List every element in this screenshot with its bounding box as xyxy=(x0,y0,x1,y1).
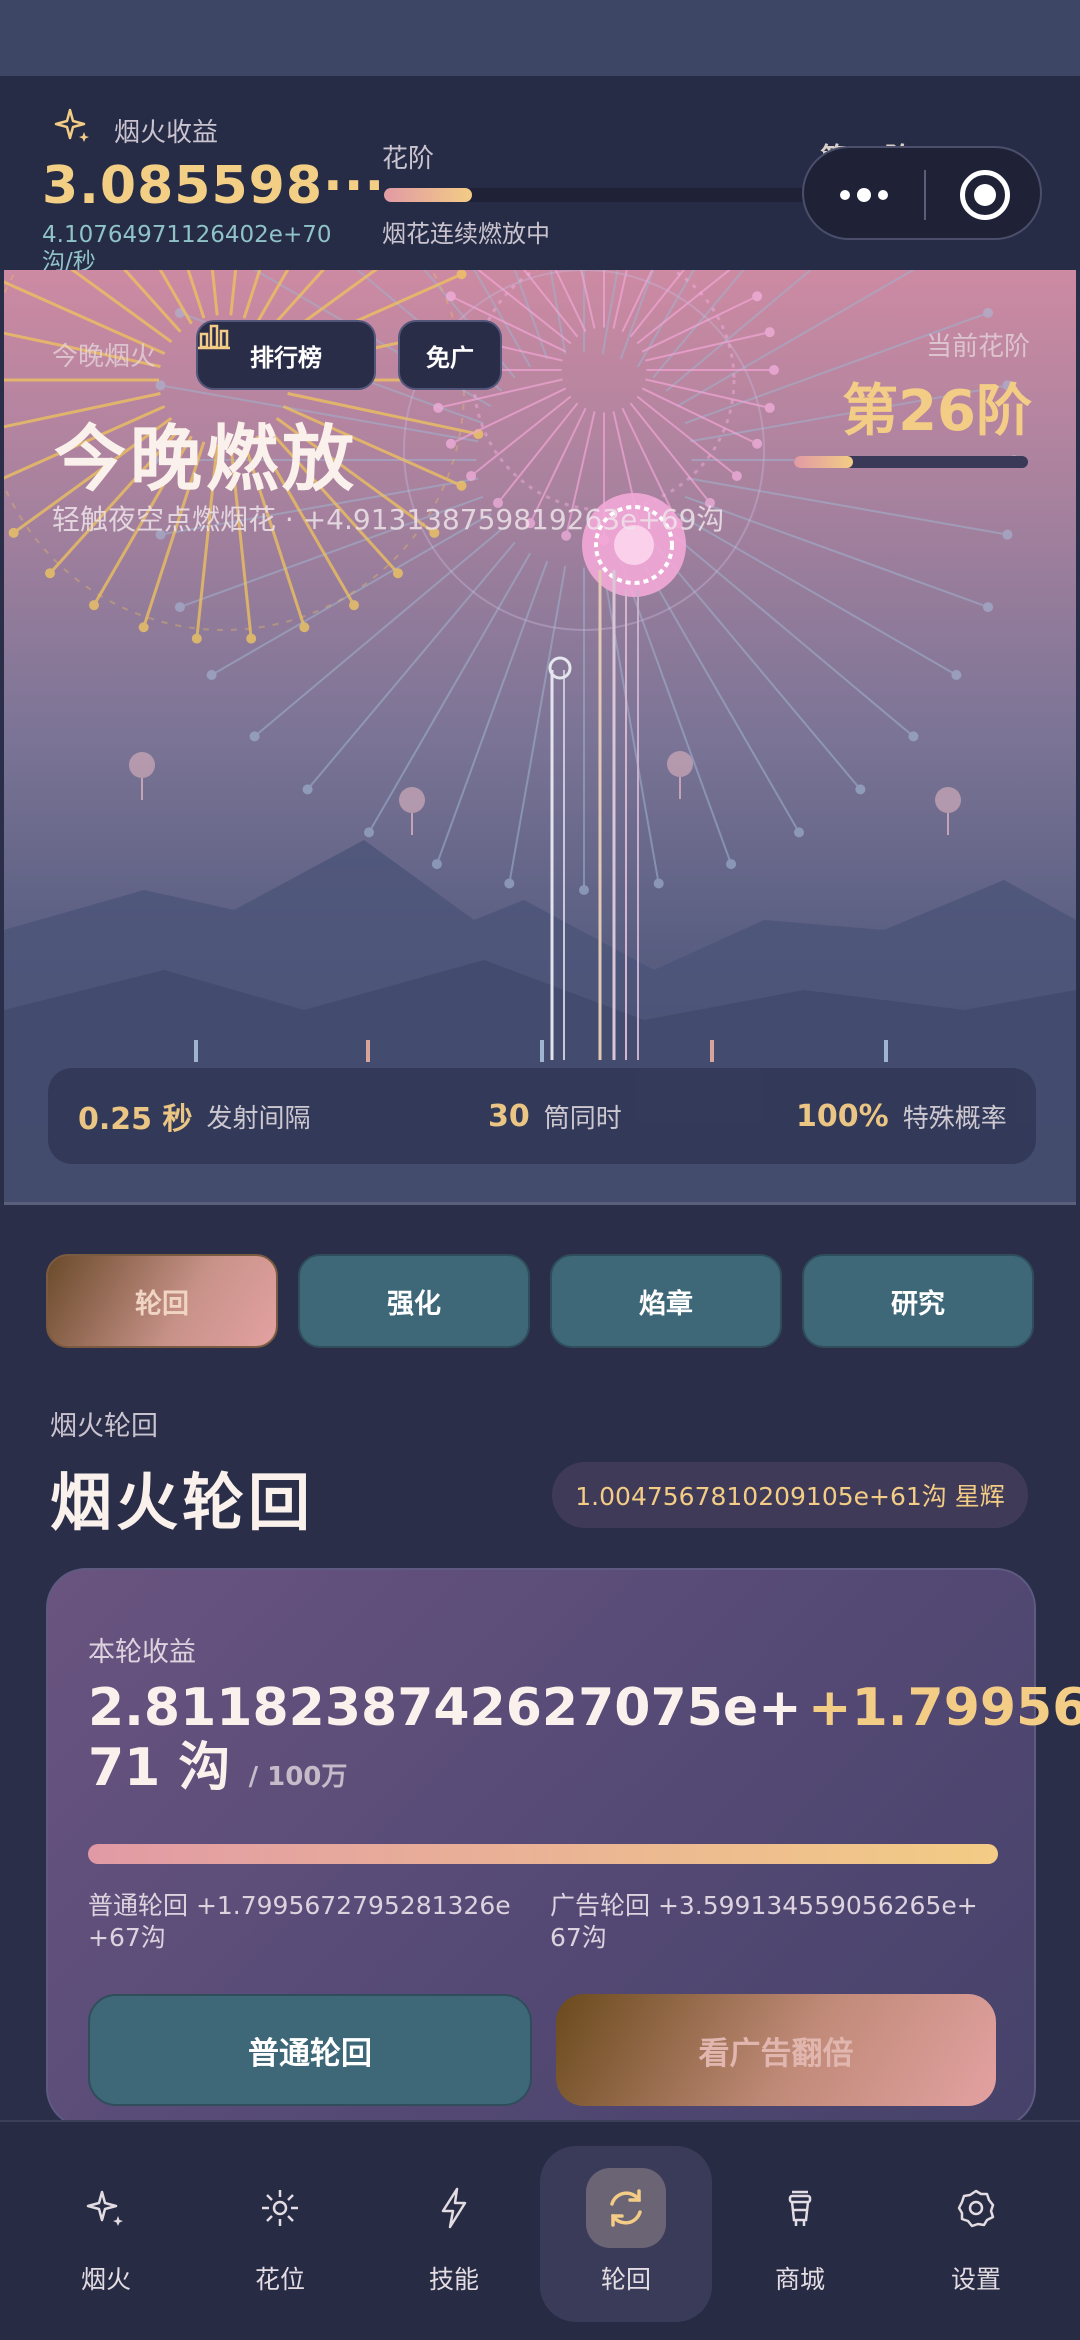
normal-rebirth-note: 普通轮回 +1.7995672795281326e+67沟 xyxy=(88,1891,511,1952)
round-earnings-number: 2.8118238742627075e+71 沟 xyxy=(88,1678,802,1798)
capsule-divider xyxy=(924,170,926,220)
nav-item-skills[interactable]: 技能 xyxy=(368,2146,540,2322)
stat-interval-label: 发射间隔 xyxy=(206,1103,311,1134)
gear-icon xyxy=(950,2182,1002,2234)
nav-item-shop[interactable]: 商城 xyxy=(714,2146,886,2322)
lantern-icon xyxy=(774,2182,826,2234)
stat-special-label: 特殊概率 xyxy=(902,1103,1007,1134)
section-divider xyxy=(4,1202,1076,1205)
bottom-nav: 烟火 花位 技能 轮回 商城 设置 xyxy=(0,2120,1080,2340)
lightning-icon xyxy=(428,2182,480,2234)
burst-icon xyxy=(254,2182,306,2234)
tier-progress-fill xyxy=(384,188,473,202)
stat-interval-value: 0.25 秒 xyxy=(78,1102,193,1137)
current-tier-progress-fill xyxy=(794,456,853,468)
remove-ads-button[interactable]: 免广 xyxy=(398,320,502,390)
star-glow-badge: 1.0047567810209105e+61沟 星辉 xyxy=(552,1462,1028,1528)
nav-label-slots: 花位 xyxy=(254,2265,305,2294)
nav-item-slots[interactable]: 花位 xyxy=(194,2146,366,2322)
ad-double-button[interactable]: 看广告翻倍 xyxy=(556,1994,996,2106)
mini-program-capsule xyxy=(802,146,1042,240)
rebirth-card: 本轮收益 2.8118238742627075e+71 沟 / 100万 +1.… xyxy=(46,1568,1080,2128)
tier-label: 花阶 xyxy=(382,144,435,174)
leaderboard-button[interactable]: 排行榜 xyxy=(196,320,376,390)
earnings-value: 3.085598··· xyxy=(42,156,386,216)
round-progress-bar xyxy=(88,1844,998,1864)
refresh-icon xyxy=(586,2168,666,2248)
fireworks-sky[interactable]: 今晚烟火 排行榜 免广 今晚燃放 轻触夜空点燃烟花 · +4.913138759… xyxy=(4,270,1076,1204)
stat-special-value: 100% xyxy=(796,1098,889,1134)
current-tier-progress-bar xyxy=(794,456,1028,468)
nav-label-rebirth: 轮回 xyxy=(600,2265,651,2294)
stat-tubes-label: 筒同时 xyxy=(543,1103,622,1134)
earnings-rate: 4.10764971126402e+70沟/秒 xyxy=(42,222,332,275)
status-bar xyxy=(0,0,1080,76)
stat-interval: 0.25 秒 发射间隔 xyxy=(78,1068,310,1164)
section-title: 烟火轮回 xyxy=(50,1466,315,1539)
sparkle-icon xyxy=(54,108,89,142)
sparkle-icon xyxy=(80,2182,132,2234)
launch-stats: 0.25 秒 发射间隔 30 筒同时 100% 特殊概率 xyxy=(48,1068,1036,1164)
earnings-label: 烟火收益 xyxy=(114,118,219,148)
nav-item-fireworks[interactable]: 烟火 xyxy=(20,2146,192,2322)
nav-label-settings: 设置 xyxy=(950,2265,1001,2294)
hero-hint: 轻触夜空点燃烟花 · +4.913138759819263e+69沟 xyxy=(52,503,725,536)
current-tier-label: 当前花阶 xyxy=(925,332,1030,362)
status-text: 烟花连续燃放中 xyxy=(382,220,550,248)
hero-title: 今晚燃放 xyxy=(54,417,359,501)
rebirth-gain: +1.799567 xyxy=(808,1678,1080,1738)
leaderboard-icon xyxy=(198,324,230,350)
tab-rebirth[interactable]: 轮回 xyxy=(46,1254,278,1348)
nav-label-fireworks: 烟火 xyxy=(80,2265,131,2294)
close-icon[interactable] xyxy=(960,170,1010,220)
nav-item-rebirth[interactable]: 轮回 xyxy=(540,2146,712,2322)
tab-upgrade[interactable]: 强化 xyxy=(298,1254,530,1348)
tab-research[interactable]: 研究 xyxy=(802,1254,1034,1348)
nav-label-skills: 技能 xyxy=(428,2265,479,2294)
round-earnings-unit: / 100万 xyxy=(248,1762,348,1792)
leaderboard-label: 排行榜 xyxy=(250,343,322,372)
nav-item-settings[interactable]: 设置 xyxy=(890,2146,1062,2322)
normal-rebirth-button[interactable]: 普通轮回 xyxy=(88,1994,532,2106)
ad-rebirth-note: 广告轮回 +3.599134559056265e+67沟 xyxy=(550,1891,978,1952)
nav-label-shop: 商城 xyxy=(774,2265,825,2294)
stat-tubes: 30 筒同时 xyxy=(488,1068,622,1164)
section-kicker: 烟火轮回 xyxy=(50,1411,158,1442)
stat-special: 100% 特殊概率 xyxy=(796,1068,1007,1164)
hero-subtitle-tag: 今晚烟火 xyxy=(52,342,157,372)
round-earnings-value: 2.8118238742627075e+71 沟 / 100万 xyxy=(88,1678,808,1807)
stat-tubes-value: 30 xyxy=(488,1098,530,1134)
tab-badge[interactable]: 焰章 xyxy=(550,1254,782,1348)
current-tier-value: 第26阶 xyxy=(842,379,1032,444)
more-icon[interactable] xyxy=(804,148,924,242)
round-earnings-label: 本轮收益 xyxy=(88,1637,196,1668)
